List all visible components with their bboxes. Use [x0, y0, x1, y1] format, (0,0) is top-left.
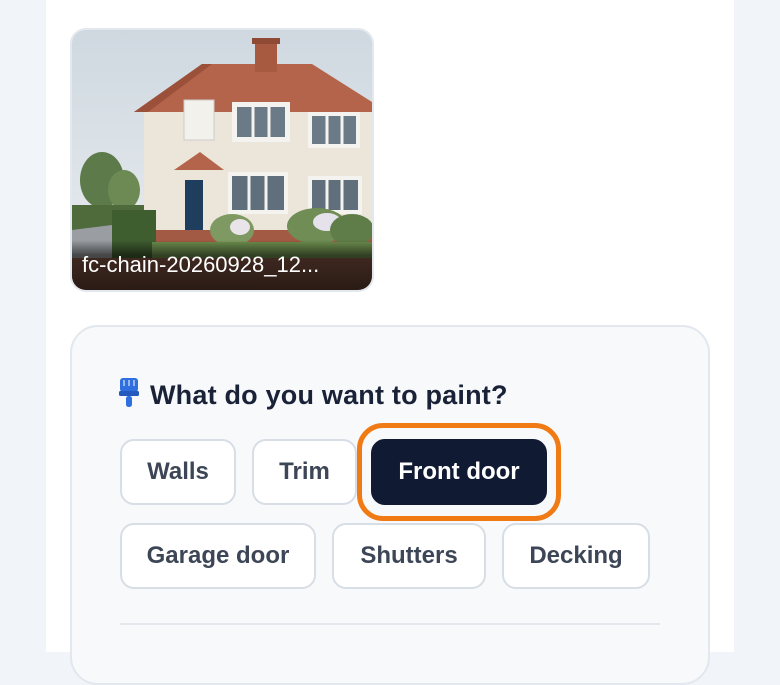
option-trim-button[interactable]: Trim	[252, 439, 357, 505]
paint-target-title: What do you want to paint?	[150, 379, 508, 410]
option-shutters-button[interactable]: Shutters	[332, 523, 486, 589]
option-walls-button[interactable]: Walls	[120, 439, 236, 505]
option-front-door-button[interactable]: Front door	[371, 439, 547, 505]
section-divider	[120, 623, 660, 625]
option-decking-button[interactable]: Decking	[502, 523, 650, 589]
paint-brush-icon	[118, 377, 140, 413]
option-garage-door-button[interactable]: Garage door	[120, 523, 316, 589]
paint-target-heading: What do you want to paint?	[118, 377, 508, 413]
uploaded-house-photo[interactable]: fc-chain-20260928_12...	[72, 30, 372, 290]
photo-filename: fc-chain-20260928_12...	[72, 240, 372, 290]
